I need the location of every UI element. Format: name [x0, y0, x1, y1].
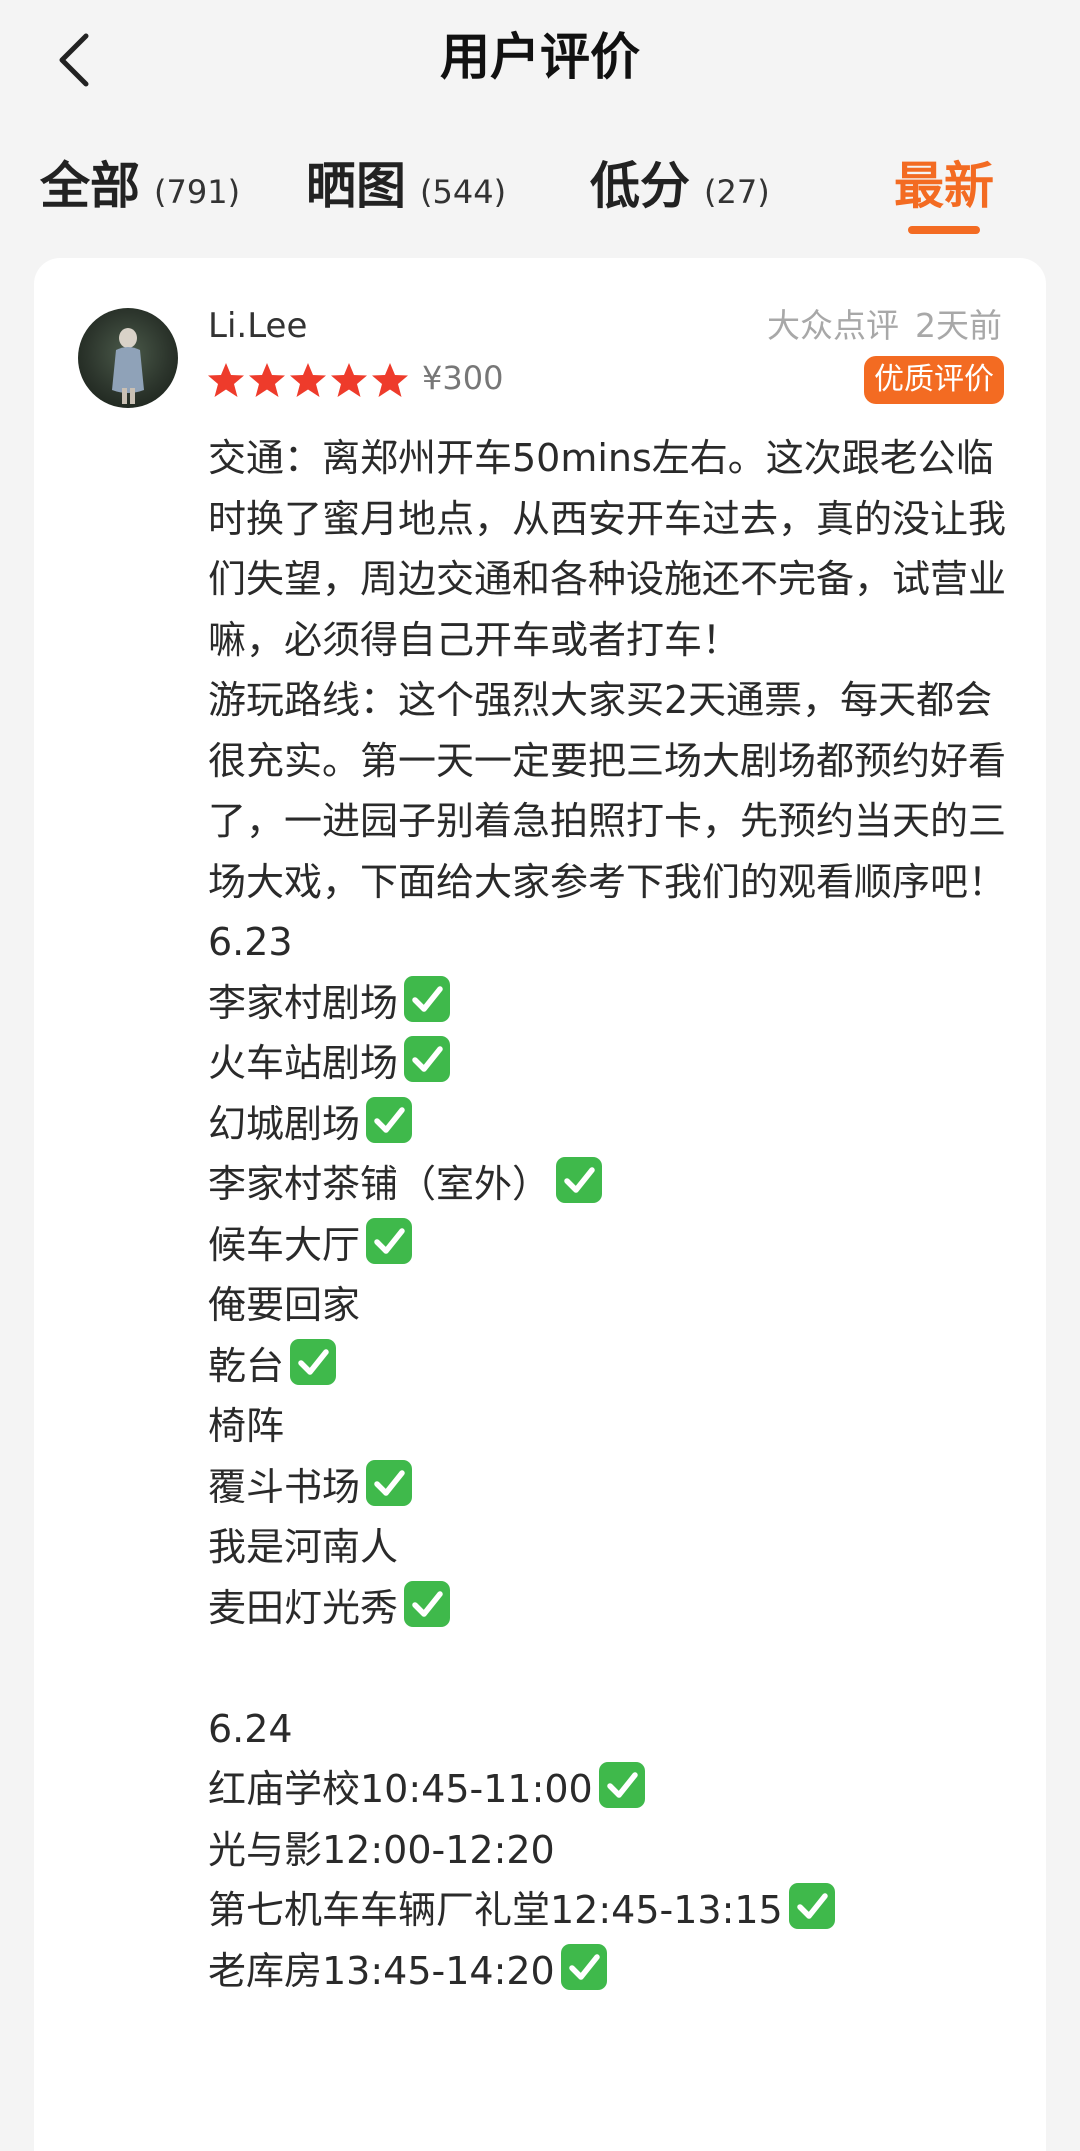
- check-mark-icon: [366, 1459, 413, 1506]
- itinerary-item: 李家村剧场: [208, 973, 1008, 1034]
- check-mark-icon: [598, 1762, 645, 1808]
- tab-count: (27): [704, 173, 770, 211]
- avatar-image: [112, 328, 144, 404]
- check-mark-icon: [788, 1883, 835, 1929]
- tab-label: 低分: [590, 157, 690, 215]
- itinerary-item-text: 光与影12:00-12:20: [208, 1827, 555, 1872]
- itinerary-item-text: 幻城剧场: [208, 1101, 361, 1146]
- day2-list: 红庙学校10:45-11:00 光与影12:00-12:20 第七机车车辆厂礼堂12…: [208, 1759, 1008, 2001]
- itinerary-item: 候车大厅: [208, 1215, 1008, 1276]
- review-card[interactable]: Li.Lee 大众点评 2天前 ¥300 优质评价 交通：离郑州开车50mins左…: [34, 258, 1046, 2151]
- itinerary-item-text: 红庙学校10:45-11:00: [208, 1767, 593, 1811]
- check-mark-icon: [366, 1217, 413, 1264]
- day1-list: 李家村剧场火车站剧场幻城剧场李家村茶铺（室外） 候车大厅俺要回家乾台椅阵覆斗书场我…: [208, 973, 1008, 1639]
- tab-label: 晒图: [306, 157, 406, 215]
- star-icon: [290, 363, 326, 397]
- itinerary-item-text: 候车大厅: [208, 1222, 361, 1267]
- star-icon: [331, 363, 367, 397]
- itinerary-item-text: 第七机车车辆厂礼堂12:45-13:15: [208, 1888, 783, 1932]
- itinerary-item: 俺要回家: [208, 1275, 1008, 1336]
- tab-label: 全部: [40, 157, 140, 215]
- check-mark-icon: [404, 1580, 451, 1627]
- quality-review-badge: 优质评价: [864, 356, 1004, 404]
- review-content: 交通：离郑州开车50mins左右。这次跟老公临时换了蜜月地点，从西安开车过去，真…: [208, 428, 1008, 2001]
- itinerary-item: 麦田灯光秀: [208, 1578, 1008, 1639]
- tab-latest[interactable]: 最新: [894, 146, 994, 218]
- tab-all[interactable]: 全部 (791): [40, 146, 240, 218]
- avatar[interactable]: [78, 308, 178, 408]
- rating-stars: [206, 360, 411, 400]
- itinerary-item: 老库房13:45-14:20: [208, 1941, 1008, 2002]
- itinerary-item-text: 俺要回家: [208, 1283, 361, 1327]
- itinerary-item: 覆斗书场: [208, 1457, 1008, 1518]
- review-time: 2天前: [915, 306, 1002, 345]
- itinerary-item-text: 火车站剧场: [208, 1041, 399, 1085]
- page-title: 用户评价: [440, 28, 640, 86]
- itinerary-item: 第七机车车辆厂礼堂12:45-13:15: [208, 1880, 1008, 1941]
- check-mark-icon: [560, 1943, 607, 1990]
- itinerary-item-text: 覆斗书场: [208, 1464, 361, 1509]
- itinerary-item-text: 李家村茶铺（室外）: [208, 1162, 551, 1206]
- itinerary-item: 光与影12:00-12:20: [208, 1820, 1008, 1881]
- itinerary-item: 椅阵: [208, 1396, 1008, 1457]
- check-mark-icon: [404, 975, 451, 1022]
- itinerary-item: 幻城剧场: [208, 1094, 1008, 1155]
- active-tab-indicator: [908, 226, 980, 234]
- itinerary-item-text: 椅阵: [208, 1404, 285, 1448]
- tab-low-score[interactable]: 低分 (27): [590, 146, 770, 218]
- star-icon: [372, 363, 408, 397]
- itinerary-item-text: 麦田灯光秀: [208, 1585, 399, 1630]
- tab-label: 最新: [894, 157, 994, 215]
- check-mark-icon: [556, 1157, 603, 1203]
- itinerary-item: 火车站剧场: [208, 1033, 1008, 1094]
- check-mark-icon: [366, 1096, 413, 1143]
- itinerary-item-text: 乾台: [208, 1343, 285, 1388]
- day-date: 6.23: [208, 920, 293, 964]
- top-bar: 用户评价: [0, 0, 1080, 120]
- tab-count: (791): [154, 173, 241, 211]
- itinerary-item-text: 我是河南人: [208, 1525, 399, 1569]
- star-icon: [249, 363, 285, 397]
- review-paragraph: 游玩路线：这个强烈大家买2天通票，每天都会很充实。第一天一定要把三场大剧场都预约…: [208, 678, 1007, 904]
- review-meta: 大众点评 2天前: [767, 306, 1002, 346]
- tab-photos[interactable]: 晒图 (544): [306, 146, 506, 218]
- review-paragraph: 交通：离郑州开车50mins左右。这次跟老公临时换了蜜月地点，从西安开车过去，真…: [208, 436, 1007, 662]
- review-source: 大众点评: [767, 306, 899, 345]
- star-icon: [208, 363, 244, 397]
- reviewer-name[interactable]: Li.Lee: [208, 306, 307, 346]
- check-mark-icon: [404, 1036, 451, 1082]
- itinerary-item: 李家村茶铺（室外）: [208, 1154, 1008, 1215]
- check-mark-icon: [290, 1338, 337, 1385]
- tab-count: (544): [420, 173, 507, 211]
- itinerary-item: 我是河南人: [208, 1517, 1008, 1578]
- itinerary-item: 乾台: [208, 1336, 1008, 1397]
- price-per-person: ¥300: [422, 359, 504, 397]
- filter-tabs: 全部 (791) 晒图 (544) 低分 (27) 最新: [0, 130, 1080, 240]
- itinerary-item-text: 老库房13:45-14:20: [208, 1948, 555, 1993]
- itinerary-item-text: 李家村剧场: [208, 980, 399, 1025]
- day-date: 6.24: [208, 1706, 293, 1751]
- itinerary-item: 红庙学校10:45-11:00: [208, 1759, 1008, 1820]
